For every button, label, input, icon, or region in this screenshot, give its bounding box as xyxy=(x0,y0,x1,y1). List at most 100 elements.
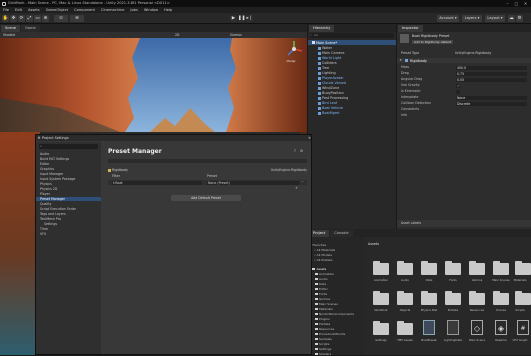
scale-tool-icon[interactable]: ⤢ xyxy=(26,15,33,22)
tree-item[interactable]: Animation xyxy=(315,272,334,276)
settings-item[interactable]: Physics xyxy=(40,182,52,186)
tree-item[interactable]: Audio xyxy=(315,277,328,281)
maximize-button[interactable]: □ xyxy=(514,1,519,6)
help-icon[interactable]: ? xyxy=(294,149,296,153)
settings-item[interactable]: Graphics xyxy=(40,167,54,171)
layers-dropdown[interactable]: Layers ▾ xyxy=(462,15,482,22)
remove-icon[interactable]: − xyxy=(301,180,304,184)
hierarchy-item[interactable]: World Light xyxy=(318,56,341,60)
tree-item[interactable]: Gizmos xyxy=(315,297,330,301)
tree-item[interactable]: NordicSkinComponents xyxy=(315,312,354,316)
hierarchy-item[interactable]: Main Camera xyxy=(318,51,344,55)
tab-console[interactable]: Console xyxy=(330,230,353,237)
tree-item[interactable]: ⌕ All Materials xyxy=(314,248,335,252)
folder-icon[interactable] xyxy=(373,321,389,335)
hierarchy-item[interactable]: BoatMgmt xyxy=(318,111,340,115)
step-icon[interactable]: ▸❘ xyxy=(246,15,253,22)
preset-object-field[interactable]: None (Preset) xyxy=(207,180,299,185)
tree-item[interactable]: Main Scenes xyxy=(315,302,338,306)
hierarchy-item[interactable]: Colliders xyxy=(318,61,337,65)
tree-item-assets[interactable]: ▾ Assets xyxy=(310,267,326,271)
settings-item[interactable]: Input Manager xyxy=(40,172,63,176)
collision-dropdown[interactable]: Discrete xyxy=(456,101,527,106)
settings-item[interactable]: Build MLT Settings xyxy=(40,157,69,161)
hierarchy-item[interactable]: PlayerAvatar xyxy=(318,76,344,80)
close-icon[interactable]: ✕ xyxy=(308,135,311,141)
lighting-data-icon[interactable] xyxy=(447,320,459,335)
folder-icon[interactable] xyxy=(445,261,461,275)
folder-icon[interactable] xyxy=(373,291,389,305)
folder-icon[interactable] xyxy=(493,291,509,305)
layout-dropdown[interactable]: Layout ▾ xyxy=(485,15,505,22)
persp-label[interactable]: ‹Persp xyxy=(286,59,295,63)
tree-item[interactable]: ProceduralWorlds xyxy=(315,332,345,336)
tree-item[interactable]: ⌕ All Prefabs xyxy=(314,258,332,262)
shading-mode-dropdown[interactable]: Shaded xyxy=(3,33,15,37)
settings-item-preset-manager[interactable]: Preset Manager xyxy=(36,197,101,201)
unity-scene-icon[interactable]: ◇ xyxy=(471,320,483,335)
prop-value-field[interactable]: 0.75 xyxy=(456,71,527,76)
settings-item[interactable]: Script Execution Order xyxy=(40,207,76,211)
tab-scene[interactable]: Scene xyxy=(1,25,20,32)
settings-item[interactable]: Physics 2D xyxy=(40,187,57,191)
transform-tool-icon[interactable]: ⊕ xyxy=(42,15,49,22)
hierarchy-item-main-scene[interactable]: Main Scene* xyxy=(312,41,337,45)
gravity-checkbox[interactable]: ✓ xyxy=(456,83,460,88)
settings-item[interactable]: Time xyxy=(40,227,48,231)
add-default-preset-button[interactable]: Add Default Preset xyxy=(171,195,241,201)
preset-asset-icon[interactable] xyxy=(423,320,435,335)
favorites-header[interactable]: ▾ Favorites xyxy=(310,243,326,247)
hierarchy-item[interactable]: Tree xyxy=(318,66,329,70)
kinematic-checkbox[interactable] xyxy=(456,89,460,94)
tree-item[interactable]: Plugins xyxy=(315,317,330,321)
account-dropdown[interactable]: Account ▾ xyxy=(437,15,459,22)
add-icon[interactable]: + xyxy=(295,186,298,190)
settings-item[interactable]: Quality xyxy=(40,202,51,206)
settings-item[interactable]: Tags and Layers xyxy=(40,212,66,216)
hierarchy-item[interactable]: WindZone xyxy=(318,86,339,90)
tab-project[interactable]: Project xyxy=(309,230,330,237)
hierarchy-item[interactable]: Post Processing xyxy=(318,96,348,100)
folder-icon[interactable] xyxy=(373,261,389,275)
hierarchy-item[interactable]: Bird Leaf xyxy=(318,101,337,105)
tree-item[interactable]: Data xyxy=(315,282,326,286)
folder-icon[interactable] xyxy=(397,291,413,305)
settings-item[interactable]: Settings xyxy=(44,222,57,226)
rotate-tool-icon[interactable]: ⟳ xyxy=(18,15,25,22)
hierarchy-item[interactable]: Lighting xyxy=(318,71,336,75)
settings-item[interactable]: Player xyxy=(40,192,50,196)
settings-item[interactable]: Audio xyxy=(40,152,49,156)
interpolate-dropdown[interactable]: None xyxy=(456,95,527,100)
move-tool-icon[interactable]: ✥ xyxy=(10,15,17,22)
hand-tool-icon[interactable]: ✋ xyxy=(2,15,9,22)
tree-item[interactable]: Settings xyxy=(315,347,331,351)
collab-icon[interactable]: ⚙ xyxy=(516,15,523,22)
folder-icon[interactable] xyxy=(421,291,437,305)
cloud-icon[interactable]: ☁ xyxy=(508,15,515,22)
folder-icon[interactable] xyxy=(469,291,485,305)
prop-value-field[interactable]: 0.05 xyxy=(456,77,527,82)
tree-item[interactable]: Scripts xyxy=(315,342,329,346)
tree-item[interactable]: Editor xyxy=(315,287,328,291)
tree-item[interactable]: Shaders xyxy=(315,352,331,356)
prop-constraints[interactable]: Constraints xyxy=(401,107,527,112)
pause-icon[interactable]: ❚❚ xyxy=(238,15,246,22)
tree-item[interactable]: Fonts xyxy=(315,292,327,296)
tree-item[interactable]: Materials xyxy=(315,307,333,311)
hierarchy-search-input[interactable]: ⌕ All xyxy=(310,33,394,38)
tab-inspector[interactable]: Inspector xyxy=(398,25,423,32)
settings-item[interactable]: TextMesh Pro xyxy=(40,217,61,221)
global-toggle[interactable]: ⊛ xyxy=(70,15,84,22)
asset-labels-bar[interactable]: Asset Labels xyxy=(397,220,531,227)
prop-info[interactable]: Info xyxy=(401,113,527,118)
settings-search-input[interactable]: ⌕ xyxy=(39,144,98,149)
folder-icon[interactable] xyxy=(397,321,413,335)
folder-icon[interactable] xyxy=(445,291,461,305)
pivot-toggle[interactable]: ⊙ xyxy=(54,15,68,22)
play-icon[interactable]: ▶ xyxy=(230,15,237,22)
script-file-icon[interactable]: # xyxy=(517,320,529,335)
tree-item[interactable]: Prefabs xyxy=(315,322,330,326)
hierarchy-item[interactable]: Clouds Valued xyxy=(318,81,346,85)
scene-view[interactable]: Scene Game Shaded 2D Gizmos ‹Persp xyxy=(0,24,307,132)
folder-icon[interactable] xyxy=(515,261,531,275)
